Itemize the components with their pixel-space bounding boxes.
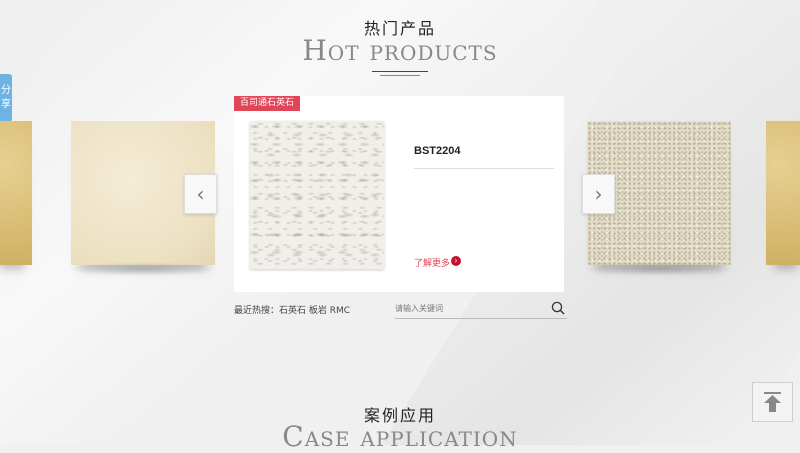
carousel-next-button[interactable]: › (582, 174, 615, 214)
chevron-right-circle-icon[interactable]: › (451, 256, 461, 266)
product-tile-far-right[interactable] (766, 121, 800, 265)
tile-reflection (582, 262, 737, 276)
tile-reflection (66, 262, 221, 276)
product-tile-far-left[interactable] (0, 121, 32, 265)
learn-more-link[interactable]: 了解更多 (414, 256, 450, 269)
title-divider-short (380, 75, 420, 76)
title-divider (372, 71, 428, 72)
chevron-left-icon: ‹ (196, 182, 205, 206)
hot-products-title-en: Hot products (302, 34, 498, 67)
share-tab[interactable]: 分享 (0, 74, 12, 122)
recent-searches: 最近热搜：石英石 板岩 RMC (234, 306, 351, 316)
search-box (395, 300, 567, 319)
product-divider (414, 168, 554, 169)
product-name[interactable]: BST2204 (414, 145, 460, 157)
arrow-up-icon (764, 392, 781, 412)
case-title-en: Case application (282, 420, 518, 453)
back-to-top-button[interactable] (752, 382, 793, 422)
search-icon[interactable] (551, 301, 565, 315)
search-input[interactable] (395, 300, 545, 316)
carousel-prev-button[interactable]: ‹ (184, 174, 217, 214)
brand-badge: 百司通石英石 (234, 96, 301, 111)
chevron-right-icon: › (594, 182, 603, 206)
product-image[interactable] (250, 121, 384, 269)
